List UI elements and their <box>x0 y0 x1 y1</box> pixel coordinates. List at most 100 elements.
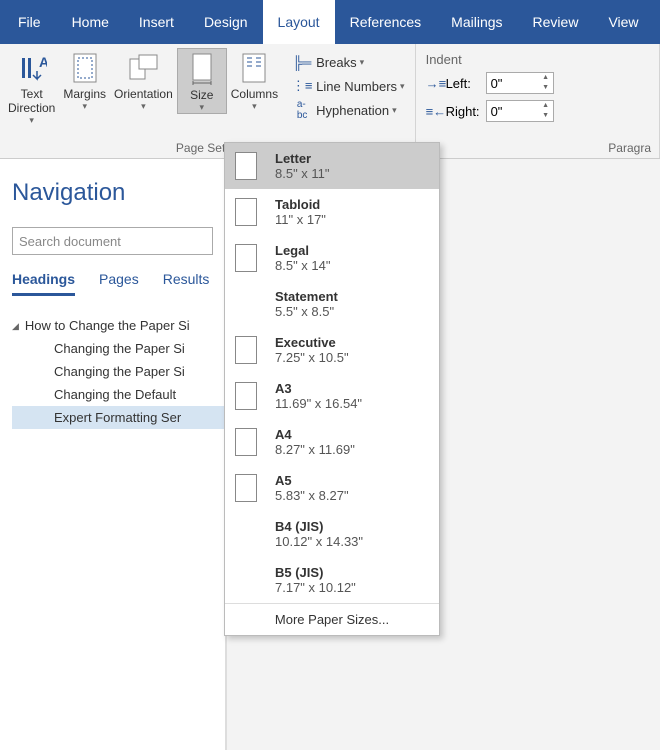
hyphenation-button[interactable]: a-bc Hyphenation ▾ <box>288 98 408 122</box>
indent-right-spinner[interactable]: ▲▼ <box>486 100 554 122</box>
spin-down[interactable]: ▼ <box>539 111 553 121</box>
navigation-title: Navigation <box>12 179 225 207</box>
columns-button[interactable]: Columns ▾ <box>227 48 282 112</box>
paper-size-option[interactable]: A311.69" x 16.54" <box>225 373 439 419</box>
text-direction-label: Text Direction <box>8 87 55 115</box>
tab-view[interactable]: View <box>593 0 653 44</box>
nav-tab-headings[interactable]: Headings <box>12 271 75 296</box>
outline-item[interactable]: Expert Formatting Ser <box>12 406 225 429</box>
indent-left-input[interactable] <box>487 76 539 91</box>
more-paper-sizes[interactable]: More Paper Sizes... <box>225 603 439 635</box>
paper-size-name: A3 <box>275 381 362 396</box>
paper-size-dimensions: 11.69" x 16.54" <box>275 396 362 411</box>
chevron-down-icon: ▾ <box>400 81 405 92</box>
paper-size-dimensions: 11" x 17" <box>275 212 326 227</box>
indent-right-label: Right: <box>446 104 486 119</box>
page-thumb-icon <box>235 428 257 456</box>
outline-tree: How to Change the Paper Si Changing the … <box>12 314 225 429</box>
tab-file[interactable]: File <box>10 0 57 44</box>
indent-left-icon: →≡ <box>426 76 446 91</box>
tab-references[interactable]: References <box>335 0 437 44</box>
indent-right-icon: ≡← <box>426 104 446 119</box>
paper-size-dimensions: 8.5" x 14" <box>275 258 331 273</box>
page-thumb-icon <box>235 336 257 364</box>
margins-button[interactable]: Margins ▾ <box>59 48 110 112</box>
chevron-down-icon: ▾ <box>360 57 365 68</box>
text-direction-icon: A <box>17 51 47 85</box>
breaks-icon: ╠═ <box>292 55 312 70</box>
outline-item[interactable]: Changing the Paper Si <box>12 360 225 383</box>
chevron-down-icon: ▾ <box>29 115 34 126</box>
chevron-down-icon: ▾ <box>252 101 257 112</box>
paper-size-option[interactable]: Legal8.5" x 14" <box>225 235 439 281</box>
page-thumb-icon <box>235 198 257 226</box>
indent-left-spinner[interactable]: ▲▼ <box>486 72 554 94</box>
size-icon <box>188 52 216 86</box>
tab-design[interactable]: Design <box>189 0 263 44</box>
paper-size-name: Letter <box>275 151 330 166</box>
indent-title: Indent <box>426 52 554 67</box>
paper-size-dimensions: 5.83" x 8.27" <box>275 488 349 503</box>
paper-size-option[interactable]: B5 (JIS)7.17" x 10.12" <box>225 557 439 603</box>
page-thumb-icon <box>235 244 257 272</box>
hyphenation-label: Hyphenation <box>316 103 389 118</box>
paper-size-dimensions: 10.12" x 14.33" <box>275 534 363 549</box>
columns-icon <box>240 51 268 85</box>
paper-size-dimensions: 7.17" x 10.12" <box>275 580 356 595</box>
navigation-pane: Navigation Search document Headings Page… <box>0 159 226 750</box>
orientation-label: Orientation <box>114 87 173 101</box>
size-button[interactable]: Size ▾ <box>177 48 227 114</box>
breaks-button[interactable]: ╠═ Breaks ▾ <box>288 50 408 74</box>
chevron-down-icon: ▾ <box>392 105 397 116</box>
size-label: Size <box>190 88 213 102</box>
tab-mailings[interactable]: Mailings <box>436 0 517 44</box>
spin-up[interactable]: ▲ <box>539 101 553 111</box>
paper-size-option[interactable]: Tabloid11" x 17" <box>225 189 439 235</box>
outline-item[interactable]: Changing the Default <box>12 383 225 406</box>
nav-tab-pages[interactable]: Pages <box>99 271 139 296</box>
paper-size-dimensions: 5.5" x 8.5" <box>275 304 338 319</box>
margins-label: Margins <box>63 87 106 101</box>
chevron-down-icon: ▾ <box>82 101 87 112</box>
paper-size-option[interactable]: A48.27" x 11.69" <box>225 419 439 465</box>
paper-size-name: A4 <box>275 427 355 442</box>
spin-down[interactable]: ▼ <box>539 83 553 93</box>
tab-home[interactable]: Home <box>57 0 124 44</box>
paper-size-option[interactable]: Statement5.5" x 8.5" <box>225 281 439 327</box>
tab-insert[interactable]: Insert <box>124 0 189 44</box>
search-input[interactable]: Search document <box>12 227 213 255</box>
paper-size-option[interactable]: A55.83" x 8.27" <box>225 465 439 511</box>
breaks-label: Breaks <box>316 55 356 70</box>
hyphenation-icon: a-bc <box>292 99 312 121</box>
paragraph-group-label: Paragra <box>420 141 655 158</box>
paper-size-option[interactable]: Letter8.5" x 11" <box>225 143 439 189</box>
paper-size-dimensions: 7.25" x 10.5" <box>275 350 349 365</box>
orientation-icon <box>127 51 159 85</box>
paper-size-name: B4 (JIS) <box>275 519 363 534</box>
page-thumb-icon <box>235 474 257 502</box>
paper-size-name: B5 (JIS) <box>275 565 356 580</box>
paper-size-name: A5 <box>275 473 349 488</box>
nav-tab-results[interactable]: Results <box>163 271 210 296</box>
text-direction-button[interactable]: A Text Direction ▾ <box>4 48 59 126</box>
svg-text:A: A <box>39 54 47 70</box>
chevron-down-icon: ▾ <box>141 101 146 112</box>
paper-size-dimensions: 8.5" x 11" <box>275 166 330 181</box>
search-placeholder: Search document <box>19 234 121 249</box>
tab-review[interactable]: Review <box>518 0 594 44</box>
indent-left-label: Left: <box>446 76 486 91</box>
indent-right-input[interactable] <box>487 104 539 119</box>
paper-size-name: Tabloid <box>275 197 326 212</box>
paper-size-dimensions: 8.27" x 11.69" <box>275 442 355 457</box>
spin-up[interactable]: ▲ <box>539 73 553 83</box>
orientation-button[interactable]: Orientation ▾ <box>110 48 177 112</box>
paper-size-option[interactable]: Executive7.25" x 10.5" <box>225 327 439 373</box>
paper-size-option[interactable]: B4 (JIS)10.12" x 14.33" <box>225 511 439 557</box>
paper-size-name: Executive <box>275 335 349 350</box>
line-numbers-label: Line Numbers <box>316 79 397 94</box>
line-numbers-button[interactable]: ⋮≡ Line Numbers ▾ <box>288 74 408 98</box>
tab-layout[interactable]: Layout <box>263 0 335 44</box>
line-numbers-icon: ⋮≡ <box>292 78 312 94</box>
outline-item[interactable]: How to Change the Paper Si <box>12 314 225 337</box>
outline-item[interactable]: Changing the Paper Si <box>12 337 225 360</box>
